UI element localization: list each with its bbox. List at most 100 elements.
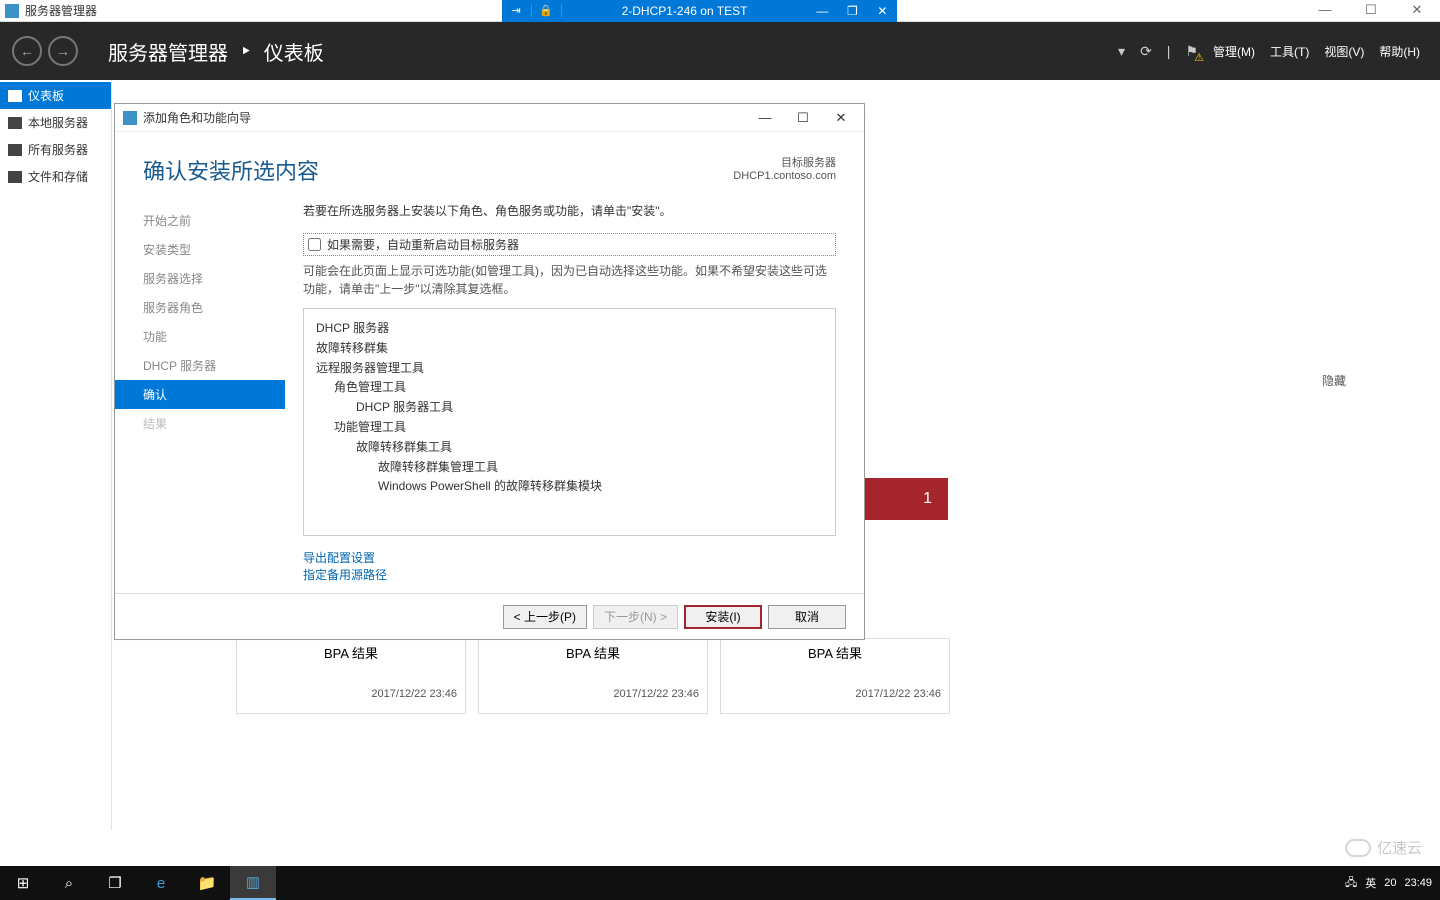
nav-all-label: 所有服务器: [28, 141, 88, 158]
step-result: 结果: [115, 409, 285, 438]
bpa-tile-1[interactable]: BPA 结果 2017/12/22 23:46: [236, 638, 466, 714]
vm-pin-icon[interactable]: ⇥: [502, 4, 532, 17]
cancel-button[interactable]: 取消: [768, 605, 846, 629]
clock-time: 23:49: [1404, 877, 1432, 889]
vm-lock-icon[interactable]: 🔒: [532, 4, 562, 17]
task-view-button[interactable]: ❐: [92, 866, 138, 900]
wizard-target: 目标服务器 DHCP1.contoso.com: [733, 154, 836, 186]
separator-icon: |: [1167, 43, 1171, 59]
outer-close-button[interactable]: ✕: [1394, 0, 1440, 22]
step-server-roles[interactable]: 服务器角色: [115, 293, 285, 322]
bpa-label: BPA 结果: [721, 639, 949, 662]
export-config-link[interactable]: 导出配置设置: [303, 550, 836, 567]
watermark-icon: [1345, 839, 1371, 857]
wizard-content: 若要在所选服务器上安装以下角色、角色服务或功能，请单击"安装"。 如果需要，自动…: [285, 200, 864, 593]
step-before[interactable]: 开始之前: [115, 206, 285, 235]
breadcrumb: 服务器管理器 ‣ 仪表板: [108, 37, 324, 66]
nav-local-server[interactable]: 本地服务器: [0, 109, 111, 136]
auto-restart-checkbox[interactable]: [308, 238, 321, 251]
alt-source-link[interactable]: 指定备用源路径: [303, 567, 836, 584]
vm-restore-button[interactable]: ❐: [837, 4, 867, 18]
refresh-icon[interactable]: ⟳: [1140, 43, 1152, 60]
server-manager-taskbar-button[interactable]: ▥: [230, 866, 276, 900]
feature-failover-tools: 故障转移群集工具: [316, 438, 823, 458]
wizard-icon: [123, 111, 137, 125]
nav-all-servers[interactable]: 所有服务器: [0, 136, 111, 163]
notifications-flag-icon[interactable]: ⚑: [1185, 43, 1198, 60]
server-manager-header: ← → 服务器管理器 ‣ 仪表板 ▾ ⟳ | ⚑ 管理(M) 工具(T) 视图(…: [0, 22, 1440, 80]
feature-dhcp-server: DHCP 服务器: [316, 319, 823, 339]
vm-connection-title: 2-DHCP1-246 on TEST: [562, 4, 808, 18]
step-dhcp[interactable]: DHCP 服务器: [115, 351, 285, 380]
wizard-maximize-button[interactable]: ☐: [784, 110, 822, 126]
dashboard-icon: [8, 90, 22, 102]
nav-file-storage[interactable]: 文件和存储: [0, 163, 111, 190]
feature-failover-cluster: 故障转移群集: [316, 339, 823, 359]
add-roles-wizard: 添加角色和功能向导 — ☐ ✕ 确认安装所选内容 目标服务器 DHCP1.con…: [114, 103, 865, 640]
auto-restart-label: 如果需要，自动重新启动目标服务器: [327, 236, 519, 253]
search-button[interactable]: ⌕: [46, 866, 92, 900]
wizard-heading: 确认安装所选内容: [143, 154, 319, 186]
feature-feature-admin-tools: 功能管理工具: [316, 418, 823, 438]
step-features[interactable]: 功能: [115, 322, 285, 351]
step-install-type[interactable]: 安装类型: [115, 235, 285, 264]
bpa-tile-2[interactable]: BPA 结果 2017/12/22 23:46: [478, 638, 708, 714]
bpa-timestamp: 2017/12/22 23:46: [237, 662, 465, 704]
system-tray: 🖧 英 20 23:49: [1345, 874, 1440, 893]
explorer-button[interactable]: 📁: [184, 866, 230, 900]
vm-app-title: 服务器管理器: [25, 2, 97, 19]
ime-indicator[interactable]: 英: [1365, 875, 1376, 891]
wizard-footer: < 上一步(P) 下一步(N) > 安装(I) 取消: [115, 593, 864, 639]
feature-role-admin-tools: 角色管理工具: [316, 378, 823, 398]
taskbar: ⊞ ⌕ ❐ e 📁 ▥ 🖧 英 20 23:49: [0, 866, 1440, 900]
ie-button[interactable]: e: [138, 866, 184, 900]
bpa-tile-3[interactable]: BPA 结果 2017/12/22 23:46: [720, 638, 950, 714]
breadcrumb-current: 仪表板: [264, 37, 324, 66]
features-list-box[interactable]: DHCP 服务器 故障转移群集 远程服务器管理工具 角色管理工具 DHCP 服务…: [303, 308, 836, 536]
nav-forward-button[interactable]: →: [48, 36, 78, 66]
wizard-links: 导出配置设置 指定备用源路径: [303, 550, 836, 584]
outer-minimize-button[interactable]: —: [1302, 0, 1348, 22]
hide-link[interactable]: 隐藏: [1322, 372, 1346, 389]
local-server-icon: [8, 117, 22, 129]
target-server: DHCP1.contoso.com: [733, 170, 836, 182]
nav-files-label: 文件和存储: [28, 168, 88, 185]
nav-dashboard[interactable]: 仪表板: [0, 82, 111, 109]
install-button[interactable]: 安装(I): [684, 605, 762, 629]
nav-dashboard-label: 仪表板: [28, 87, 64, 104]
step-server-select[interactable]: 服务器选择: [115, 264, 285, 293]
nav-back-button[interactable]: ←: [12, 36, 42, 66]
wizard-close-button[interactable]: ✕: [822, 110, 860, 126]
vm-minimize-button[interactable]: —: [807, 4, 837, 18]
clock[interactable]: 23:49: [1404, 877, 1432, 889]
menu-manage[interactable]: 管理(M): [1213, 43, 1255, 60]
step-confirm[interactable]: 确认: [115, 380, 285, 409]
prev-button[interactable]: < 上一步(P): [503, 605, 587, 629]
nav-local-label: 本地服务器: [28, 114, 88, 131]
feature-dhcp-tools: DHCP 服务器工具: [316, 398, 823, 418]
breadcrumb-root: 服务器管理器: [108, 37, 228, 66]
alert-badge[interactable]: 1: [864, 478, 948, 520]
menu-help[interactable]: 帮助(H): [1379, 43, 1420, 60]
breadcrumb-separator: ‣: [240, 39, 252, 64]
feature-rsat: 远程服务器管理工具: [316, 359, 823, 379]
menu-tools[interactable]: 工具(T): [1270, 43, 1309, 60]
outer-maximize-button[interactable]: ☐: [1348, 0, 1394, 22]
network-icon[interactable]: 🖧: [1345, 874, 1357, 893]
dropdown-icon[interactable]: ▾: [1118, 43, 1125, 60]
vm-center-controls: ⇥ 🔒 2-DHCP1-246 on TEST — ❐ ✕: [502, 0, 898, 22]
server-manager-icon: [5, 4, 19, 18]
vm-titlebar: 服务器管理器 ⇥ 🔒 2-DHCP1-246 on TEST — ❐ ✕ — ☐…: [0, 0, 1440, 22]
some-indicator[interactable]: 20: [1384, 877, 1396, 889]
bpa-label: BPA 结果: [237, 639, 465, 662]
wizard-steps: 开始之前 安装类型 服务器选择 服务器角色 功能 DHCP 服务器 确认 结果: [115, 200, 285, 593]
start-button[interactable]: ⊞: [0, 866, 46, 900]
bpa-timestamp: 2017/12/22 23:46: [479, 662, 707, 704]
wizard-titlebar[interactable]: 添加角色和功能向导 — ☐ ✕: [115, 104, 864, 132]
wizard-description: 可能会在此页面上显示可选功能(如管理工具)，因为已自动选择这些功能。如果不希望安…: [303, 262, 836, 298]
menu-view[interactable]: 视图(V): [1324, 43, 1364, 60]
vm-close-button[interactable]: ✕: [867, 4, 897, 18]
watermark: 亿速云: [1345, 837, 1422, 858]
wizard-minimize-button[interactable]: —: [746, 110, 784, 125]
auto-restart-checkbox-row[interactable]: 如果需要，自动重新启动目标服务器: [303, 233, 836, 256]
